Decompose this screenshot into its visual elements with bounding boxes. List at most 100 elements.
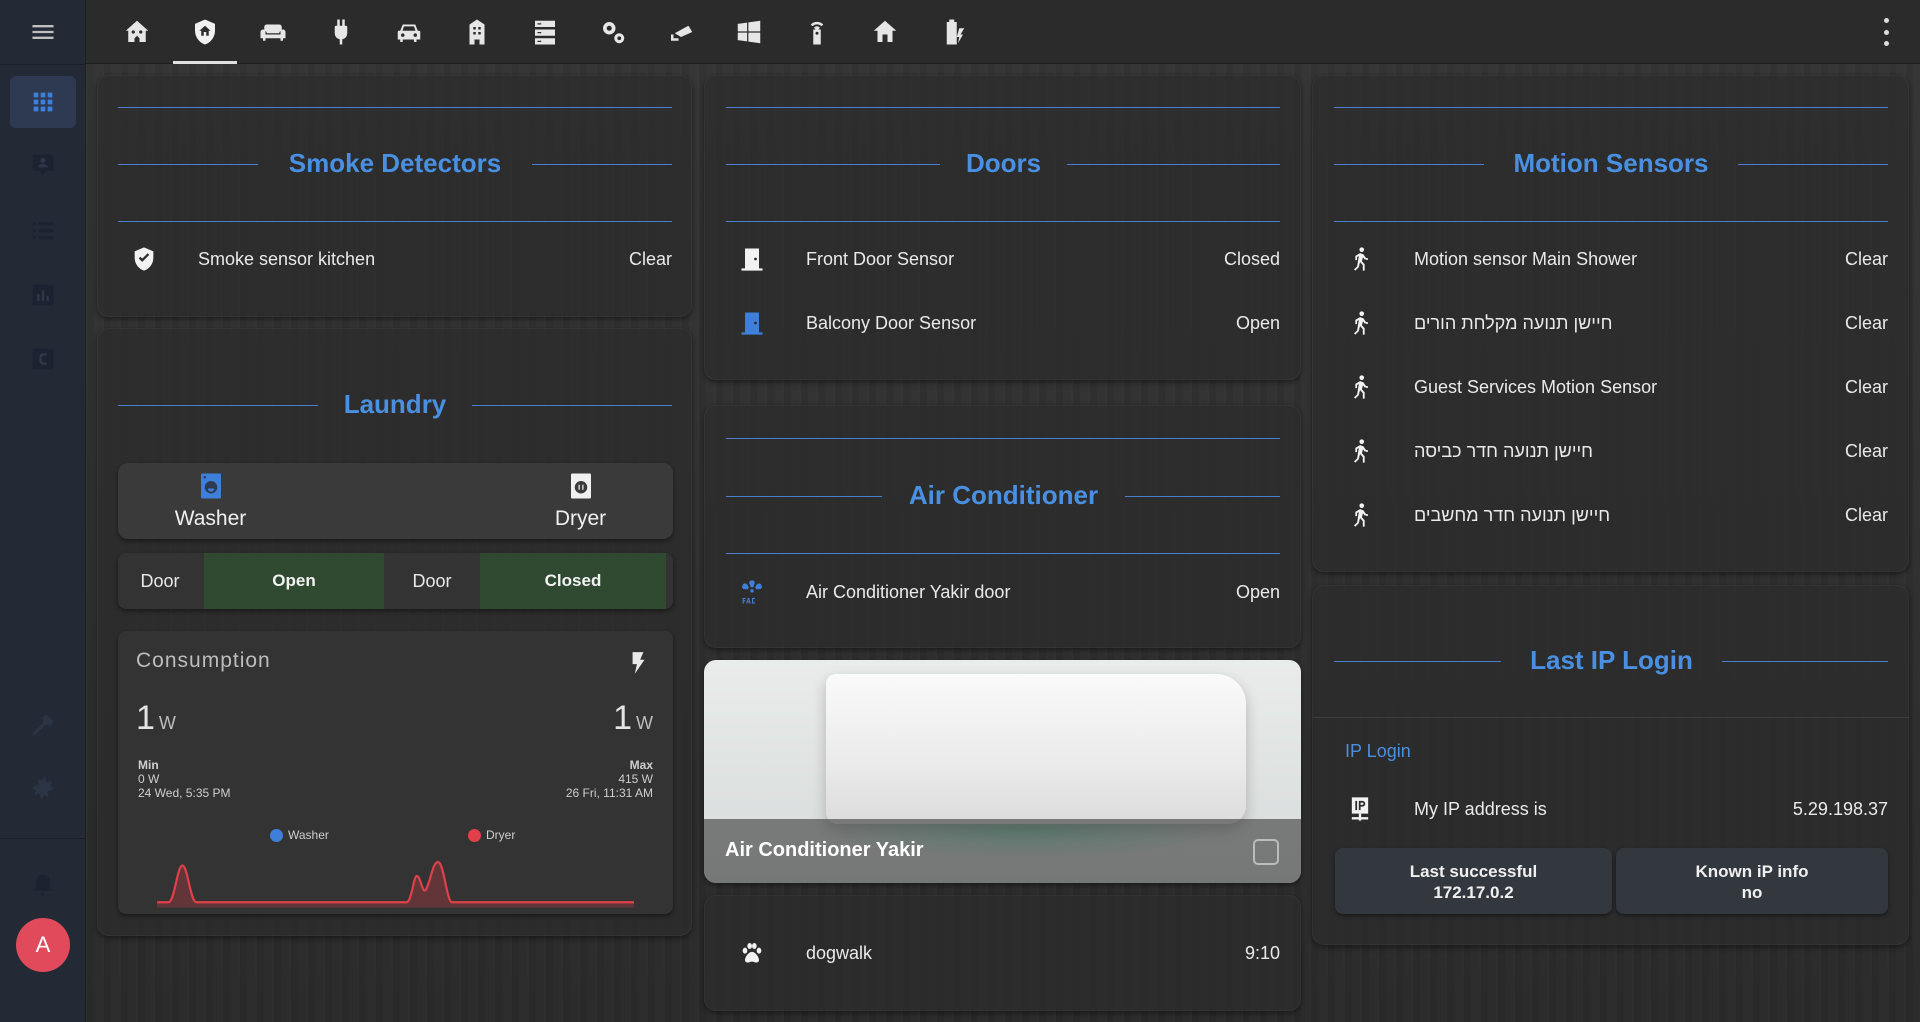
max-time: 26 Fri, 11:31 AM (565, 786, 653, 800)
entity-row-dogwalk[interactable]: dogwalk 9:10 (732, 933, 1280, 973)
entity-row-motion-3[interactable]: Guest Services Motion Sensor Clear (1340, 367, 1888, 407)
list-icon (32, 221, 54, 240)
entity-row-ac-door[interactable]: Air Conditioner Yakir door Open (732, 572, 1280, 612)
last-successful-title: Last successful (1409, 862, 1538, 881)
power-icon[interactable] (1253, 839, 1279, 865)
tab-power[interactable] (309, 0, 373, 64)
laundry-title: Laundry (343, 389, 447, 419)
chart-icon (32, 284, 54, 306)
tab-home-assistant[interactable] (105, 0, 169, 64)
flash-icon (632, 652, 645, 674)
walk-icon (1340, 303, 1380, 343)
entity-row-motion-4[interactable]: חיישן תנועה חדר כביסה Clear (1340, 431, 1888, 471)
min-stat: Min 0 W 24 Wed, 5:35 PM (138, 758, 231, 800)
consumption-min-value: 1W (136, 699, 176, 737)
paw-icon (732, 933, 772, 973)
consumption-chart (157, 860, 634, 908)
legend-washer[interactable]: Washer (270, 828, 329, 842)
dogwalk-card: dogwalk 9:10 (704, 895, 1301, 1011)
washer-button[interactable]: Washer (118, 463, 303, 539)
building-icon (469, 19, 485, 45)
entity-row-motion-2[interactable]: חיישן תנועה מקלחת הורים Clear (1340, 303, 1888, 343)
entity-state: Clear (1844, 504, 1888, 525)
tab-server[interactable] (513, 0, 577, 64)
max-label: Max (629, 758, 653, 772)
menu-icon (32, 25, 54, 39)
washer-label: Washer (174, 507, 247, 530)
tab-building[interactable] (445, 0, 509, 64)
sidebar-item-logbook[interactable] (10, 204, 76, 256)
tab-security[interactable] (173, 0, 237, 64)
tab-home[interactable] (853, 0, 917, 64)
air-conditioner-picture-card[interactable]: Air Conditioner Yakir (704, 660, 1301, 883)
tab-windows[interactable] (717, 0, 781, 64)
entity-state: Closed (1223, 248, 1280, 269)
entity-name: Balcony Door Sensor (806, 312, 977, 333)
tab-living-room[interactable] (241, 0, 305, 64)
tab-remote[interactable] (785, 0, 849, 64)
ac-unit-image (826, 674, 1246, 824)
tab-settings[interactable] (581, 0, 645, 64)
entity-row-my-ip[interactable]: My IP address is 5.29.198.37 (1340, 789, 1888, 829)
entity-name: Motion sensor Main Shower (1414, 248, 1638, 269)
walk-icon (1340, 495, 1380, 535)
tab-car[interactable] (377, 0, 441, 64)
entity-row-balcony-door[interactable]: Balcony Door Sensor Open (732, 303, 1280, 343)
sidebar-item-c[interactable] (10, 333, 76, 385)
entity-name: חיישן תנועה חדר כביסה (1414, 440, 1594, 461)
sidebar-item-notifications[interactable] (10, 859, 76, 911)
shield-home-icon (195, 19, 215, 45)
known-ip-info-title: Known iP info (1695, 862, 1809, 881)
sidebar-item-history[interactable] (10, 269, 76, 321)
entity-name: Smoke sensor kitchen (198, 248, 376, 269)
sidebar-item-overview[interactable] (10, 76, 76, 128)
min-watts: 0 W (138, 772, 160, 786)
last-successful-button[interactable]: Last successful 172.17.0.2 (1335, 848, 1612, 914)
dryer-door-state[interactable]: Closed (480, 553, 666, 609)
motion-sensors-title: Motion Sensors (1513, 148, 1709, 178)
known-ip-info-button[interactable]: Known iP info no (1616, 848, 1888, 914)
dryer-label: Dryer (554, 507, 607, 530)
power-plug-icon (334, 19, 348, 45)
tab-cameras[interactable] (649, 0, 713, 64)
entity-state: Open (1235, 312, 1280, 333)
laundry-card: Laundry Washer Dryer Door Open Door Clos… (97, 328, 692, 936)
consumption-graph-card[interactable]: Consumption 1W 1W Min 0 W 24 Wed, 5:35 P… (118, 631, 673, 914)
avatar[interactable]: A (16, 918, 70, 972)
entity-name: My IP address is (1414, 798, 1547, 819)
air-conditioner-card: Air Conditioner Air Conditioner Yakir do… (704, 405, 1301, 648)
more-options-button[interactable] (1880, 18, 1892, 46)
menu-button[interactable] (10, 6, 76, 58)
entity-row-smoke-kitchen[interactable]: Smoke sensor kitchen Clear (124, 239, 672, 279)
washer-door-state[interactable]: Open (204, 553, 384, 609)
dryer-button[interactable]: Dryer (488, 463, 673, 539)
entity-name: חיישן תנועה חדר מחשבים (1414, 504, 1611, 525)
entity-row-motion-5[interactable]: חיישן תנועה חדר מחשבים Clear (1340, 495, 1888, 535)
air-conditioner-icon (732, 572, 772, 612)
entity-state: Clear (1844, 312, 1888, 333)
battery-charging-icon (946, 19, 965, 45)
sidebar-item-map[interactable] (10, 139, 76, 191)
entity-name: Front Door Sensor (806, 248, 955, 269)
tab-battery[interactable] (921, 0, 985, 64)
entity-state: Open (1235, 581, 1280, 602)
avatar-letter: A (35, 932, 51, 957)
entity-name: Air Conditioner Yakir door (806, 581, 1011, 602)
max-stat: Max 415 W 26 Fri, 11:31 AM (566, 758, 653, 800)
entity-state: Clear (1844, 440, 1888, 461)
last-ip-login-title: Last IP Login (1530, 645, 1693, 675)
entity-state: Clear (628, 248, 672, 269)
sidebar-item-settings[interactable] (10, 762, 76, 814)
bell-icon (33, 874, 53, 896)
cogs-icon (603, 22, 625, 44)
view-tabs-toolbar (86, 0, 1920, 64)
washing-machine-icon (201, 473, 221, 499)
entity-state: Clear (1844, 248, 1888, 269)
dryer-door-label: Door (412, 570, 452, 591)
smoke-detectors-title: Smoke Detectors (288, 148, 502, 178)
sidebar-item-developer-tools[interactable] (10, 699, 76, 751)
entity-row-motion-1[interactable]: Motion sensor Main Shower Clear (1340, 239, 1888, 279)
legend-dryer[interactable]: Dryer (468, 828, 515, 842)
last-successful-value: 172.17.0.2 (1433, 883, 1514, 902)
entity-row-front-door[interactable]: Front Door Sensor Closed (732, 239, 1280, 279)
